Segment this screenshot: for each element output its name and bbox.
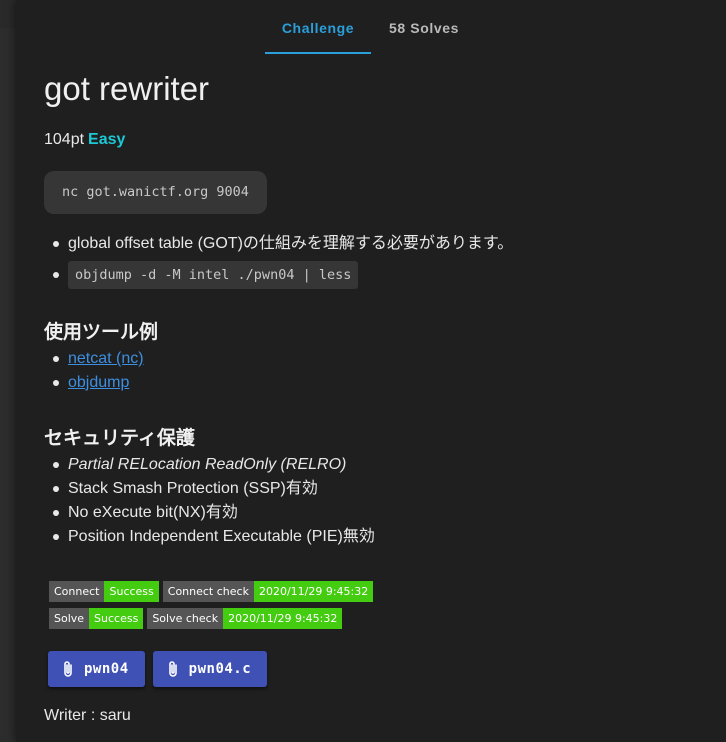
badge-label: Solve: [49, 608, 90, 629]
paperclip-icon: [64, 661, 72, 677]
writer-label: Writer : saru: [44, 707, 131, 724]
difficulty-label: Easy: [88, 131, 126, 148]
paperclip-icon: [168, 661, 177, 677]
badge-value: 2020/11/29 9:45:32: [223, 608, 343, 629]
points-label: 104pt: [44, 131, 85, 148]
file-button-label: pwn04.c: [188, 661, 252, 677]
solve-check-badge: Solve check 2020/11/29 9:45:32: [147, 608, 343, 629]
connect-command: nc got.wanictf.org 9004: [44, 171, 267, 214]
list-item: global offset table (GOT)の仕組みを理解する必要がありま…: [44, 231, 704, 257]
badge-row-solve: Solve Success Solve check 2020/11/29 9:4…: [49, 608, 704, 629]
list-item: No eXecute bit(NX)有効: [44, 501, 704, 525]
challenge-meta: 104pt Easy: [44, 131, 704, 149]
badge-value: 2020/11/29 9:45:32: [253, 581, 374, 602]
badge-label: Connect check: [162, 581, 254, 602]
file-buttons: pwn04 pwn04.c: [44, 651, 704, 687]
list-item: netcat (nc): [44, 347, 704, 371]
connect-check-badge: Connect check 2020/11/29 9:45:32: [162, 581, 374, 602]
tool-link-objdump[interactable]: objdump: [68, 374, 129, 391]
badge-label: Solve check: [147, 608, 224, 629]
notes-list: global offset table (GOT)の仕組みを理解する必要がありま…: [44, 231, 704, 293]
tab-solves[interactable]: 58 Solves: [371, 0, 477, 56]
list-item: Stack Smash Protection (SSP)有効: [44, 477, 704, 501]
tab-bar: Challenge 58 Solves: [16, 0, 726, 56]
tool-link-netcat[interactable]: netcat (nc): [68, 350, 144, 367]
inline-code: objdump -d -M intel ./pwn04 | less: [68, 261, 359, 289]
connect-badge: Connect Success: [49, 581, 159, 602]
security-heading: セキュリティ保護: [44, 428, 195, 449]
solve-badge: Solve Success: [49, 608, 144, 629]
download-pwn04-button[interactable]: pwn04: [48, 651, 145, 687]
challenge-dialog: Challenge 58 Solves got rewriter 104pt Ea…: [16, 0, 726, 742]
download-pwn04c-button[interactable]: pwn04.c: [152, 651, 268, 687]
badge-value: Success: [104, 581, 159, 602]
list-item: Position Independent Executable (PIE)無効: [44, 525, 704, 549]
badge-value: Success: [89, 608, 144, 629]
tab-challenge[interactable]: Challenge: [265, 0, 371, 56]
challenge-title: got rewriter: [44, 70, 210, 107]
file-button-label: pwn04: [84, 661, 129, 677]
backdrop: [0, 28, 16, 742]
status-badges: Connect Success Connect check 2020/11/29…: [44, 581, 704, 629]
tools-heading: 使用ツール例: [44, 322, 159, 343]
security-list: Partial RELocation ReadOnly (RELRO) Stac…: [44, 453, 704, 549]
tools-list: netcat (nc) objdump: [44, 347, 704, 395]
list-item: Partial RELocation ReadOnly (RELRO): [44, 453, 704, 477]
list-item: objdump: [44, 371, 704, 395]
badge-row-connect: Connect Success Connect check 2020/11/29…: [49, 581, 704, 602]
list-item: objdump -d -M intel ./pwn04 | less: [44, 257, 704, 293]
challenge-content: got rewriter 104pt Easy nc got.wanictf.or…: [44, 70, 704, 725]
badge-label: Connect: [49, 581, 105, 602]
